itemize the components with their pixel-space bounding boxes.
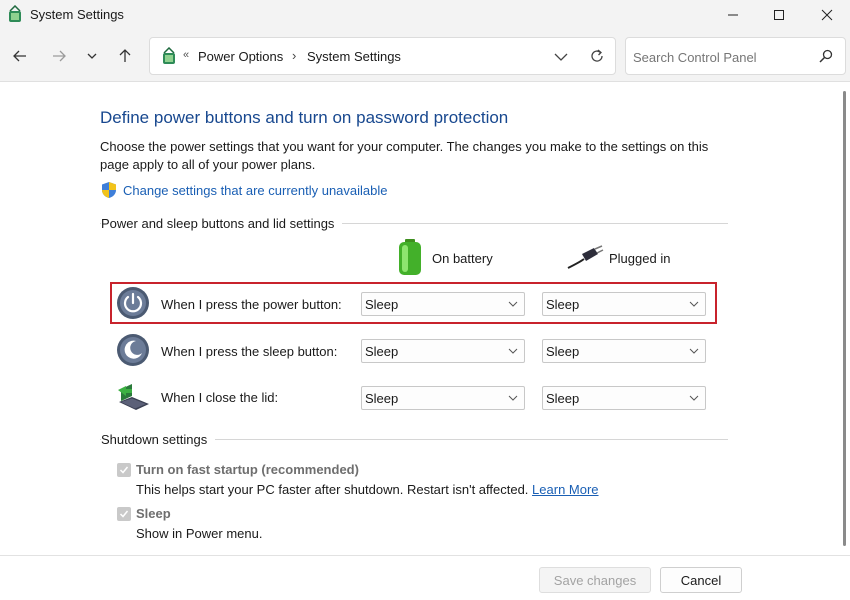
- vertical-scrollbar[interactable]: [840, 83, 850, 548]
- window-title: System Settings: [30, 7, 124, 22]
- checkmark-icon: [119, 510, 129, 518]
- shutdown-group-label: Shutdown settings: [101, 432, 216, 447]
- title-bar: System Settings: [0, 0, 850, 30]
- laptop-lid-icon: [118, 384, 149, 410]
- sleep-button-label: When I press the sleep button:: [161, 344, 338, 359]
- close-lid-label: When I close the lid:: [161, 390, 279, 405]
- change-settings-link[interactable]: Change settings that are currently unava…: [123, 183, 388, 198]
- sleep-description: Show in Power menu.: [136, 526, 263, 541]
- address-bar[interactable]: « Power Options › System Settings: [149, 37, 616, 75]
- fast-startup-checkbox[interactable]: [117, 463, 131, 477]
- search-input[interactable]: [633, 47, 813, 67]
- breadcrumb-system-settings[interactable]: System Settings: [307, 49, 401, 64]
- navigation-bar: « Power Options › System Settings: [0, 30, 850, 82]
- battery-icon: [399, 239, 421, 275]
- power-plug-icon: [567, 245, 604, 269]
- fast-startup-title: Turn on fast startup (recommended): [136, 462, 359, 477]
- sleep-button-plugged-in-select[interactable]: Sleep: [542, 339, 706, 363]
- learn-more-link[interactable]: Learn More: [532, 482, 598, 497]
- fast-startup-description: This helps start your PC faster after sh…: [136, 482, 599, 497]
- search-icon[interactable]: [818, 48, 834, 64]
- minimize-icon: [728, 14, 738, 16]
- chevron-down-icon: [508, 395, 518, 401]
- checkmark-icon: [119, 466, 129, 474]
- chevron-down-icon: [689, 348, 699, 354]
- forward-button[interactable]: [47, 44, 71, 68]
- chevron-down-icon: [87, 53, 97, 59]
- power-buttons-group-label: Power and sleep buttons and lid settings: [101, 216, 343, 231]
- chevron-down-icon: [689, 395, 699, 401]
- save-changes-button[interactable]: Save changes: [539, 567, 651, 593]
- chevron-down-icon: [508, 348, 518, 354]
- breadcrumb-separator-icon[interactable]: ›: [292, 48, 296, 63]
- sleep-title: Sleep: [136, 506, 171, 521]
- maximize-button[interactable]: [756, 0, 802, 30]
- sleep-button-icon: [117, 334, 149, 366]
- highlight-box: [110, 282, 717, 324]
- footer-divider: [0, 555, 850, 556]
- control-panel-icon: [163, 47, 175, 64]
- cancel-button[interactable]: Cancel: [660, 567, 742, 593]
- arrow-up-icon: [119, 49, 131, 62]
- arrow-left-icon: [13, 50, 26, 62]
- breadcrumb-overflow-icon[interactable]: «: [183, 49, 189, 61]
- minimize-button[interactable]: [710, 0, 756, 30]
- arrow-right-icon: [53, 50, 66, 62]
- column-plugged-in: Plugged in: [609, 251, 671, 266]
- close-icon: [821, 9, 833, 21]
- control-panel-icon: [9, 5, 21, 22]
- refresh-icon[interactable]: [588, 47, 606, 65]
- sleep-button-on-battery-select[interactable]: Sleep: [361, 339, 525, 363]
- scrollbar-thumb[interactable]: [843, 91, 846, 546]
- page-description: Choose the power settings that you want …: [100, 139, 709, 172]
- maximize-icon: [774, 10, 784, 20]
- close-button[interactable]: [804, 0, 850, 30]
- search-box[interactable]: [625, 37, 846, 75]
- column-on-battery: On battery: [432, 251, 493, 266]
- back-button[interactable]: [8, 44, 32, 68]
- close-lid-plugged-in-select[interactable]: Sleep: [542, 386, 706, 410]
- recent-locations-button[interactable]: [80, 44, 104, 68]
- address-dropdown-icon[interactable]: [552, 48, 570, 66]
- close-lid-on-battery-select[interactable]: Sleep: [361, 386, 525, 410]
- page-title: Define power buttons and turn on passwor…: [100, 108, 509, 127]
- breadcrumb-power-options[interactable]: Power Options: [198, 49, 283, 64]
- uac-shield-icon: [102, 182, 116, 198]
- sleep-checkbox[interactable]: [117, 507, 131, 521]
- up-button[interactable]: [113, 44, 137, 68]
